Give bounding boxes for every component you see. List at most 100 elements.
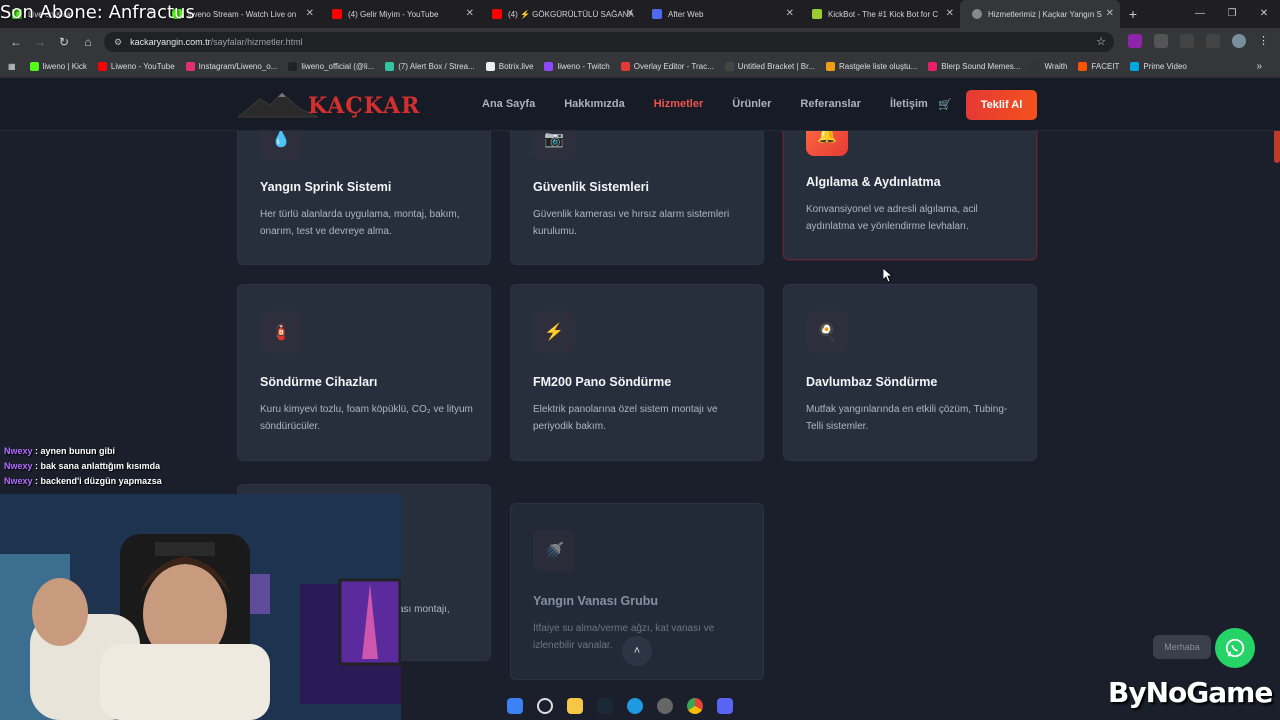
new-tab-button[interactable]: + bbox=[1120, 6, 1146, 22]
discord-icon[interactable] bbox=[717, 698, 733, 714]
windows-icon[interactable] bbox=[507, 698, 523, 714]
chevron-right-icon[interactable]: » bbox=[1256, 61, 1262, 72]
url-input[interactable]: ⚙ kackaryangin.com.tr/sayfalar/hizmetler… bbox=[104, 32, 1114, 52]
kickbot-icon bbox=[812, 9, 822, 19]
media-icon[interactable] bbox=[1206, 34, 1220, 48]
stream-chat: Nwexy : aynen bunun gibi Nwexy : bak san… bbox=[4, 446, 162, 491]
forward-icon[interactable]: → bbox=[28, 35, 52, 49]
chat-message: Nwexy : backend'i düzgün yapmazsa bbox=[4, 476, 162, 486]
service-card[interactable]: ⚡ FM200 Pano Söndürme Elektrik panoların… bbox=[510, 284, 764, 461]
url-path: /sayfalar/hizmetler.html bbox=[210, 37, 303, 47]
botrix-icon bbox=[485, 62, 495, 71]
mouse-cursor-icon bbox=[883, 268, 893, 282]
nav-urunler[interactable]: Ürünler bbox=[732, 98, 771, 110]
youtube-icon bbox=[332, 9, 342, 19]
service-description: Elektrik panolarına özel sistem montajı … bbox=[533, 404, 718, 432]
chrome-icon[interactable] bbox=[687, 698, 703, 714]
tab-youtube-1[interactable]: (4) Gelir Miyim - YouTube ✕ bbox=[320, 0, 480, 28]
lightning-icon: ⚡ bbox=[533, 311, 575, 353]
service-card[interactable]: 🍳 Davlumbaz Söndürme Mutfak yangınlarınd… bbox=[783, 284, 1037, 461]
cart-icon[interactable]: 🛒 bbox=[938, 98, 952, 111]
service-card[interactable]: 🧯 Söndürme Cihazları Kuru kimyevi tozlu,… bbox=[237, 284, 491, 461]
whatsapp-greeting: Merhaba bbox=[1153, 635, 1211, 659]
webcam-feed bbox=[0, 494, 401, 720]
nav-iletisim[interactable]: İletişim bbox=[890, 98, 928, 110]
apps-icon[interactable]: ▦ bbox=[8, 62, 16, 71]
bookmark-item[interactable]: liweno - Twitch bbox=[544, 62, 610, 71]
tab-after-web[interactable]: After Web ✕ bbox=[640, 0, 800, 28]
bookmark-label: Untitled Bracket | Br... bbox=[737, 62, 816, 71]
chat-text: backend'i düzgün yapmazsa bbox=[40, 476, 162, 486]
service-card[interactable]: 💧 Yangın Sprink Sistemi Her türlü alanla… bbox=[237, 109, 491, 265]
steam-icon[interactable] bbox=[597, 698, 613, 714]
mountain-logo-icon bbox=[238, 92, 318, 118]
nav-referanslar[interactable]: Referanslar bbox=[800, 98, 861, 110]
close-icon[interactable]: ✕ bbox=[626, 8, 634, 19]
bookmark-item[interactable]: Prime Video bbox=[1130, 62, 1187, 71]
url-host: kackaryangin.com.tr bbox=[130, 37, 211, 47]
service-title: Algılama & Aydınlatma bbox=[806, 175, 941, 189]
bookmark-item[interactable]: FACEIT bbox=[1078, 62, 1119, 71]
bookmark-item[interactable]: Liweno - YouTube bbox=[97, 62, 175, 71]
tab-label: Hizmetlerimiz | Kaçkar Yangın S bbox=[988, 9, 1102, 19]
bookmark-item[interactable]: Botrix.live bbox=[485, 62, 533, 71]
nav-hakkimizda[interactable]: Hakkımızda bbox=[564, 98, 625, 110]
tab-youtube-2[interactable]: (4) ⚡ GÖKGÜRÜLTÜLÜ SAĞANA ✕ bbox=[480, 0, 640, 28]
bookmark-item[interactable]: liweno | Kick bbox=[29, 62, 87, 71]
service-description: Konvansiyonel ve adresli algılama, acil … bbox=[806, 204, 978, 232]
bookmark-item[interactable]: Blerp Sound Memes... bbox=[928, 62, 1020, 71]
search-icon[interactable] bbox=[537, 698, 553, 714]
tab-hizmetlerimiz[interactable]: Hizmetlerimiz | Kaçkar Yangın S ✕ bbox=[960, 0, 1120, 28]
service-description: Her türlü alanlarda uygulama, montaj, ba… bbox=[260, 209, 460, 237]
bookmark-item[interactable]: Instagram/Liweno_o... bbox=[185, 62, 277, 71]
service-title: Söndürme Cihazları bbox=[260, 375, 378, 389]
wraith-icon bbox=[1031, 62, 1041, 71]
bookmarks-bar: ▦ liweno | Kick Liweno - YouTube Instagr… bbox=[0, 56, 1280, 78]
service-card[interactable]: 📷 Güvenlik Sistemleri Güvenlik kamerası … bbox=[510, 109, 764, 265]
edge-icon[interactable] bbox=[627, 698, 643, 714]
scroll-to-top-button[interactable]: ˄ bbox=[622, 636, 652, 666]
service-description: ası montajı, bbox=[398, 604, 450, 615]
bookmark-item[interactable]: Overlay Editor - Trac... bbox=[620, 62, 714, 71]
youtube-icon bbox=[492, 9, 502, 19]
explorer-icon[interactable] bbox=[567, 698, 583, 714]
app-icon[interactable] bbox=[657, 698, 673, 714]
bookmark-label: Liweno - YouTube bbox=[110, 62, 175, 71]
reload-icon[interactable]: ↻ bbox=[52, 35, 76, 49]
close-window-icon[interactable]: ✕ bbox=[1248, 0, 1280, 28]
back-icon[interactable]: ← bbox=[4, 35, 28, 49]
bookmark-star-icon[interactable]: ☆ bbox=[1096, 35, 1106, 48]
site-logo[interactable]: KAÇKAR bbox=[238, 89, 419, 119]
extension-icon[interactable] bbox=[1154, 34, 1168, 48]
bookmark-item[interactable]: (7) Alert Box / Strea... bbox=[385, 62, 475, 71]
close-icon[interactable]: ✕ bbox=[466, 8, 474, 19]
minimize-icon[interactable]: — bbox=[1184, 0, 1216, 28]
streamlabs-icon bbox=[385, 62, 395, 71]
close-icon[interactable]: ✕ bbox=[946, 8, 954, 19]
extension-icon[interactable] bbox=[1128, 34, 1142, 48]
close-icon[interactable]: ✕ bbox=[1106, 8, 1114, 19]
close-icon[interactable]: ✕ bbox=[306, 8, 314, 19]
bookmark-item[interactable]: Wraith bbox=[1031, 62, 1067, 71]
list-icon bbox=[826, 62, 836, 71]
chat-text: aynen bunun gibi bbox=[40, 446, 116, 456]
profile-avatar[interactable] bbox=[1232, 34, 1246, 48]
overlay-icon bbox=[620, 62, 630, 71]
tab-kickbot[interactable]: KickBot - The #1 Kick Bot for C ✕ bbox=[800, 0, 960, 28]
home-icon[interactable]: ⌂ bbox=[76, 35, 100, 49]
nav-ana-sayfa[interactable]: Ana Sayfa bbox=[482, 98, 535, 110]
bookmark-item[interactable]: Rastgele liste oluştu... bbox=[826, 62, 917, 71]
whatsapp-button[interactable] bbox=[1215, 628, 1255, 668]
bookmark-label: Prime Video bbox=[1143, 62, 1187, 71]
teklif-al-button[interactable]: Teklif Al bbox=[966, 90, 1037, 120]
service-title: Güvenlik Sistemleri bbox=[533, 180, 650, 194]
bookmark-item[interactable]: liweno_official (@li... bbox=[288, 62, 374, 71]
site-info-icon[interactable]: ⚙ bbox=[114, 37, 122, 48]
close-icon[interactable]: ✕ bbox=[786, 8, 794, 19]
menu-icon[interactable]: ⋮ bbox=[1258, 34, 1272, 48]
nav-hizmetler[interactable]: Hizmetler bbox=[654, 98, 704, 110]
bookmark-item[interactable]: Untitled Bracket | Br... bbox=[724, 62, 816, 71]
puzzle-icon[interactable] bbox=[1180, 34, 1194, 48]
restore-icon[interactable]: ❐ bbox=[1216, 0, 1248, 28]
service-card[interactable]: 🔔 Algılama & Aydınlatma Konvansiyonel ve… bbox=[783, 109, 1037, 260]
